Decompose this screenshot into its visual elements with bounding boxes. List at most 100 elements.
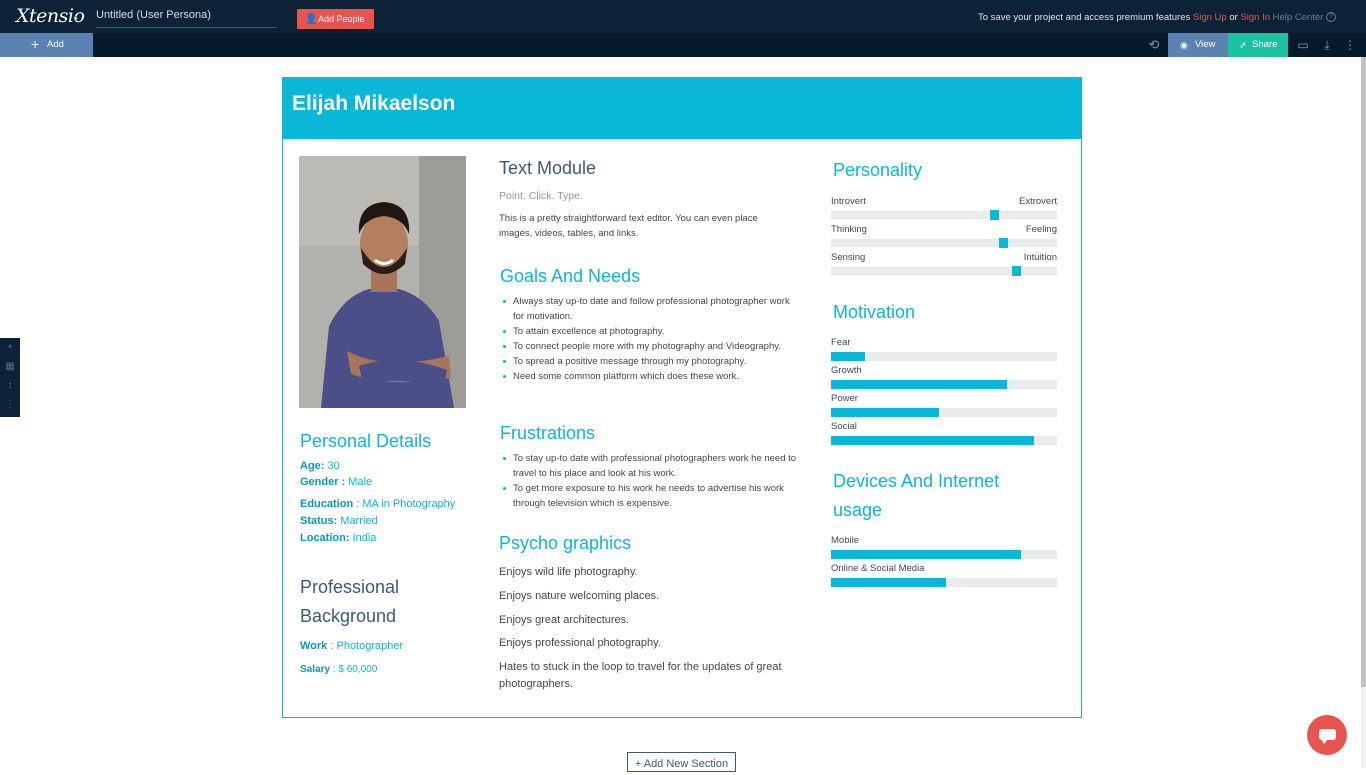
- bar-track[interactable]: [831, 550, 1057, 559]
- education-label: Education: [300, 498, 354, 510]
- psychographics-item[interactable]: Enjoys professional photography.: [499, 635, 661, 652]
- frustrations-title[interactable]: Frustrations: [500, 423, 595, 444]
- chat-button[interactable]: [1307, 715, 1347, 755]
- text-module-title[interactable]: Text Module: [499, 158, 596, 179]
- save-message: To save your project and access premium …: [978, 12, 1336, 23]
- slider-knob[interactable]: [989, 210, 999, 220]
- document-title-input[interactable]: Untitled (User Persona): [96, 9, 277, 28]
- goals-list[interactable]: Always stay up-to date and follow profes…: [499, 294, 799, 384]
- motivation-bar[interactable]: Power: [831, 393, 1057, 417]
- devices-title-line1[interactable]: Devices And Internet: [833, 471, 999, 492]
- list-item: To get more exposure to his work he need…: [503, 481, 799, 511]
- psychographics-item[interactable]: Enjoys wild life photography.: [499, 564, 638, 581]
- text-module-body[interactable]: This is a pretty straightforward text ed…: [499, 211, 789, 241]
- slider-right-label: Feeling: [1025, 224, 1057, 235]
- professional-title-line1[interactable]: Professional: [300, 577, 399, 598]
- location-value: India: [352, 532, 377, 544]
- persona-name[interactable]: Elijah Mikaelson: [292, 92, 455, 116]
- personality-title[interactable]: Personality: [833, 160, 922, 181]
- slider-knob[interactable]: [998, 238, 1008, 248]
- save-message-text: To save your project and access premium …: [977, 12, 1191, 23]
- history-icon[interactable]: ⟲: [1146, 37, 1162, 53]
- bar-label: Power: [831, 393, 858, 404]
- devices-bar[interactable]: Online & Social Media: [831, 563, 1057, 587]
- chevron-right-icon: ›: [74, 9, 79, 25]
- add-people-button[interactable]: 👤Add People: [297, 9, 374, 29]
- help-icon[interactable]: ?: [1326, 12, 1336, 23]
- help-center-link[interactable]: Help Center: [1273, 12, 1324, 23]
- share-icon: ⇗: [1239, 40, 1247, 50]
- status-field[interactable]: Status: Married: [300, 515, 378, 527]
- bar-track[interactable]: [831, 380, 1057, 389]
- slider-left-label: Thinking: [831, 224, 867, 235]
- add-user-icon: 👤: [305, 14, 318, 25]
- education-field[interactable]: Education : MA in Photography: [300, 498, 455, 510]
- list-item: To connect people more with my photograp…: [503, 339, 799, 354]
- plus-icon: +: [31, 36, 40, 52]
- persona-photo[interactable]: [299, 156, 466, 408]
- work-value: : Photographer: [330, 640, 404, 652]
- devices-title-line2[interactable]: usage: [833, 500, 882, 521]
- motivation-title[interactable]: Motivation: [833, 302, 915, 323]
- slider-knob[interactable]: [1012, 266, 1022, 276]
- personal-details-title[interactable]: Personal Details: [300, 431, 431, 452]
- psychographics-item[interactable]: Enjoys great architectures.: [499, 612, 629, 629]
- bar-fill: [831, 352, 865, 361]
- gender-label: Gender :: [300, 476, 346, 488]
- scrollbar-thumb[interactable]: [1361, 57, 1366, 687]
- work-label: Work: [300, 640, 328, 652]
- slider-right-label: Extrovert: [1018, 196, 1057, 207]
- frustrations-list[interactable]: To stay up-to date with professional pho…: [499, 451, 799, 511]
- bar-label: Growth: [831, 365, 862, 376]
- psychographics-item[interactable]: Hates to stuck in the loop to travel for…: [499, 659, 789, 693]
- share-button[interactable]: ⇗ Share: [1228, 33, 1288, 57]
- bar-track[interactable]: [831, 408, 1057, 417]
- motivation-bar[interactable]: Growth: [831, 365, 1057, 389]
- salary-label: Salary: [300, 664, 331, 675]
- eye-icon: ◉: [1180, 40, 1188, 50]
- add-new-section-button[interactable]: + Add New Section: [627, 752, 736, 772]
- list-item: Need some common platform which does the…: [503, 369, 799, 384]
- view-button[interactable]: ◉ View: [1168, 33, 1228, 57]
- motivation-bar[interactable]: Social: [831, 421, 1057, 445]
- more-menu-icon[interactable]: ⋮: [1342, 37, 1358, 53]
- move-icon[interactable]: ↕: [0, 376, 20, 395]
- gender-field[interactable]: Gender : Male: [300, 476, 372, 488]
- sign-up-link[interactable]: Sign Up: [1193, 12, 1227, 23]
- location-field[interactable]: Location: India: [300, 532, 376, 544]
- bar-track[interactable]: [831, 578, 1057, 587]
- bar-label: Online & Social Media: [831, 563, 925, 574]
- age-field[interactable]: Age: 30: [300, 460, 340, 472]
- goals-title[interactable]: Goals And Needs: [500, 266, 640, 287]
- age-value: 30: [327, 460, 340, 472]
- editor-toolbar: + Add ⟲ ◉ View ⇗ Share ▭ ⤓ ⋮: [0, 33, 1366, 57]
- slider-left-label: Sensing: [831, 252, 866, 263]
- psychographics-title[interactable]: Psycho graphics: [499, 533, 631, 554]
- status-value: Married: [340, 515, 378, 527]
- add-button-label: Add: [47, 39, 64, 50]
- slider-track[interactable]: [831, 266, 1057, 276]
- slider-track[interactable]: [831, 238, 1057, 248]
- add-button[interactable]: + Add: [0, 33, 93, 57]
- devices-bar[interactable]: Mobile: [831, 535, 1057, 559]
- scrollbar[interactable]: [1361, 57, 1366, 768]
- slider-track[interactable]: [831, 210, 1057, 220]
- bar-fill: [831, 578, 947, 587]
- sign-in-link[interactable]: Sign In: [1240, 12, 1270, 23]
- bar-track[interactable]: [831, 436, 1057, 445]
- bar-track[interactable]: [831, 352, 1057, 361]
- download-icon[interactable]: ⤓: [1319, 37, 1335, 53]
- text-module-subtitle[interactable]: Point. Click. Type.: [499, 190, 583, 202]
- motivation-bar[interactable]: Fear: [831, 337, 1057, 361]
- age-label: Age:: [300, 460, 325, 472]
- salary-field[interactable]: Salary : $ 60,000: [300, 664, 377, 675]
- psychographics-item[interactable]: Enjoys nature welcoming places.: [499, 588, 659, 605]
- drag-handle-icon[interactable]: ⋮: [0, 395, 20, 414]
- work-field[interactable]: Work : Photographer: [300, 640, 403, 652]
- professional-title-line2[interactable]: Background: [300, 606, 396, 627]
- present-icon[interactable]: ▭: [1295, 37, 1311, 53]
- bar-fill: [831, 408, 940, 417]
- gender-value: Male: [348, 476, 373, 488]
- grid-icon[interactable]: ▦: [0, 357, 20, 376]
- plus-icon[interactable]: +: [0, 338, 20, 357]
